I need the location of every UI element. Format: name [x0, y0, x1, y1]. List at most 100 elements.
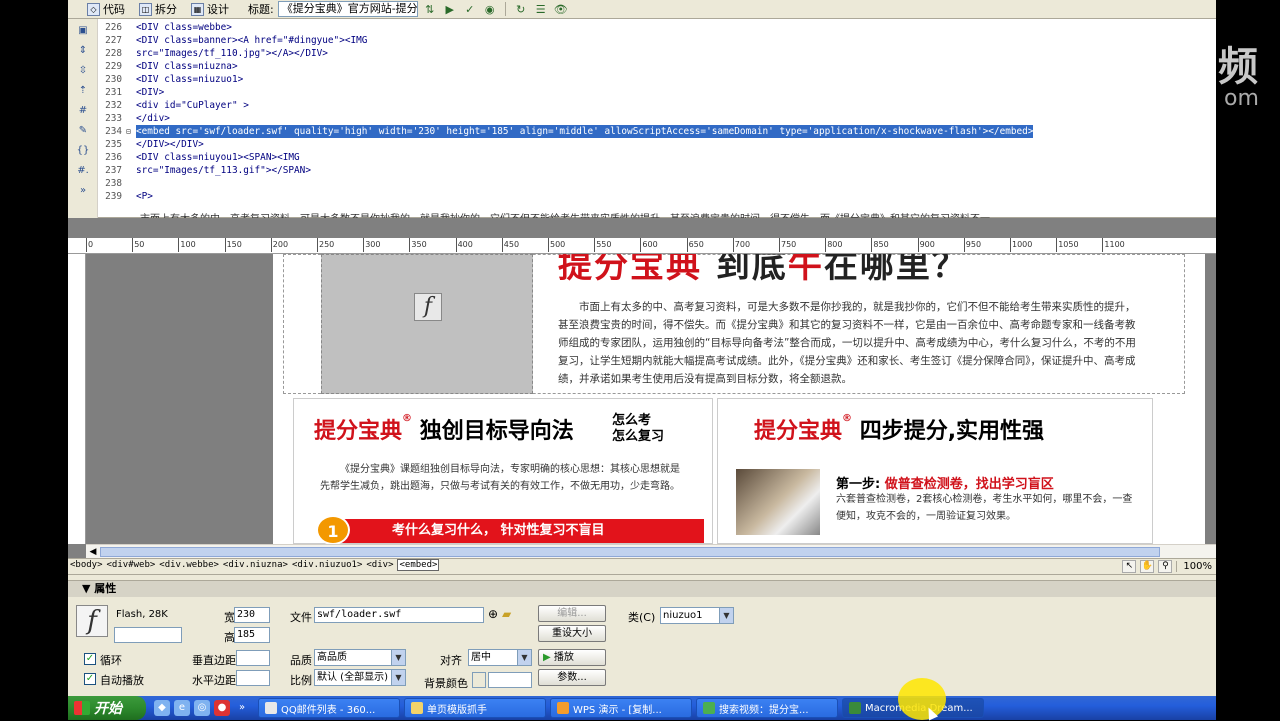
parameters-button[interactable]: 参数...: [538, 669, 606, 686]
ruler-tick: 150: [224, 238, 242, 252]
play-icon: ▶: [543, 652, 554, 663]
vertical-ruler: [68, 254, 86, 544]
tag-div-webbe[interactable]: <div.webbe>: [159, 560, 219, 570]
code-line: 239 <P>: [98, 190, 1216, 203]
open-documents-icon[interactable]: ▣: [74, 25, 92, 39]
flash-placeholder[interactable]: f: [321, 254, 533, 394]
select-parent-icon[interactable]: ⇡: [74, 85, 92, 99]
width-input[interactable]: 230: [234, 607, 270, 623]
code-line: 232 <div id="CuPlayer" >: [98, 99, 1216, 112]
line-number: 232: [105, 100, 122, 111]
zoom-level[interactable]: 100%: [1176, 561, 1212, 572]
ruler-tick: 250: [316, 238, 335, 252]
comment-icon[interactable]: #.: [74, 165, 92, 179]
design-page[interactable]: f 提分宝典 到底牛在哪里？ 市面上有太多的中、高考复习资料，可是大多数不是你抄…: [273, 254, 1205, 544]
expand-quicklaunch-icon[interactable]: »: [234, 700, 250, 716]
refresh-icon[interactable]: ↻: [513, 2, 529, 16]
file-management-icon[interactable]: ⇅: [422, 2, 438, 16]
flash-name-input[interactable]: [114, 627, 182, 643]
intro-paragraph: 市面上有太多的中、高考复习资料，可是大多数不是你抄我的，就是我抄你的，它们不但不…: [558, 301, 1136, 385]
method-title: 提分宝典® 独创目标导向法: [314, 413, 574, 445]
check-browser-icon[interactable]: ✓: [462, 2, 478, 16]
design-vertical-scrollbar[interactable]: [1205, 254, 1216, 544]
code-lines[interactable]: 226 <DIV class=webbe> 227 <DIV class=banne…: [98, 21, 1216, 203]
code-line: 229 <DIV class=niuzna>: [98, 60, 1216, 73]
hspace-input[interactable]: [236, 670, 270, 686]
tag-div-web[interactable]: <div#web>: [107, 560, 156, 570]
method-title-text: 独创目标导向法: [419, 419, 574, 444]
quicklaunch-app-icon[interactable]: ◆: [154, 700, 170, 716]
hand-tool-icon[interactable]: ✋: [1140, 560, 1155, 573]
bgcolor-input[interactable]: [488, 672, 532, 688]
start-button[interactable]: 开始: [68, 696, 146, 720]
file-input[interactable]: swf/loader.swf: [314, 607, 484, 623]
chevron-down-icon: ▼: [517, 650, 531, 665]
preview-icon[interactable]: ▶: [442, 2, 458, 16]
tag-selector: <body> <div#web> <div.webbe> <div.niuzna> <d…: [70, 559, 443, 571]
line-number: 229: [105, 61, 122, 72]
ruler-tick: 100: [178, 238, 196, 252]
tag-body[interactable]: <body>: [70, 560, 103, 570]
browser-icon: [703, 702, 715, 714]
braces-icon[interactable]: {}: [74, 145, 92, 159]
expand-icon[interactable]: ⇳: [74, 65, 92, 79]
security-app-icon[interactable]: ●: [214, 700, 230, 716]
design-view-button[interactable]: ▦ 设计: [186, 1, 234, 18]
bgcolor-swatch[interactable]: [472, 672, 486, 688]
view-options-icon[interactable]: ☰: [533, 2, 549, 16]
vspace-input[interactable]: [236, 650, 270, 666]
tag-div-niuzuo1[interactable]: <div.niuzuo1>: [292, 560, 362, 570]
task-qq-mail[interactable]: QQ邮件列表 - 360...: [258, 698, 400, 718]
line-number: 226: [105, 22, 122, 33]
split-view-button[interactable]: ◫ 拆分: [134, 1, 182, 18]
align-select[interactable]: 居中 ▼: [468, 649, 532, 666]
collapse-icon[interactable]: ⇕: [74, 45, 92, 59]
task-wps[interactable]: WPS 演示 - [复制...: [550, 698, 692, 718]
tag-div-niuzna[interactable]: <div.niuzna>: [223, 560, 288, 570]
reset-size-button[interactable]: 重设大小: [538, 625, 606, 642]
fold-toggle[interactable]: ⊟: [126, 125, 136, 138]
height-input[interactable]: 185: [234, 627, 270, 643]
select-tool-icon[interactable]: ↖: [1122, 560, 1137, 573]
line-number: 228: [105, 48, 122, 59]
step-number-badge: 1: [316, 515, 350, 544]
properties-header[interactable]: ▼ 属性: [68, 581, 1216, 597]
point-to-file-icon[interactable]: ⊕: [488, 607, 498, 621]
autoplay-checkbox[interactable]: ✓: [84, 673, 96, 685]
highlight-icon[interactable]: ✎: [74, 125, 92, 139]
tag-embed[interactable]: <embed>: [397, 559, 440, 571]
scroll-left-icon[interactable]: ◀: [86, 545, 100, 559]
design-horizontal-scrollbar[interactable]: ◀: [86, 544, 1216, 558]
scrollbar-thumb[interactable]: [100, 547, 1160, 557]
chevron-down-icon: ▼: [391, 670, 405, 685]
internet-explorer-icon[interactable]: e: [174, 700, 190, 716]
title-input[interactable]: 《提分宝典》官方网站-提分: [277, 1, 418, 17]
task-search-video[interactable]: 搜索视频：提分宝...: [696, 698, 838, 718]
class-select[interactable]: niuzuo1 ▼: [660, 607, 734, 624]
more-icon[interactable]: »: [74, 185, 92, 199]
browser-icon[interactable]: ◎: [194, 700, 210, 716]
visual-aids-icon[interactable]: 👁: [553, 2, 569, 16]
zoom-tool-icon[interactable]: ⚲: [1158, 560, 1173, 573]
browse-folder-icon[interactable]: ▰: [502, 607, 511, 621]
ruler-tick: 500: [547, 238, 566, 252]
edit-button[interactable]: 编辑...: [538, 605, 606, 622]
headline-red: 牛: [787, 254, 824, 286]
code-text: src="Images/tf_113.gif"></SPAN>: [136, 165, 311, 176]
code-view-button[interactable]: ◇ 代码: [82, 1, 130, 18]
line-numbers-icon[interactable]: #: [74, 105, 92, 119]
code-icon: ◇: [87, 2, 100, 16]
code-view[interactable]: ▣ ⇕ ⇳ ⇡ # ✎ {} #. » 226 <DIV class=webbe>…: [68, 19, 1216, 233]
scale-select[interactable]: 默认 (全部显示) ▼: [314, 669, 406, 686]
globe-icon[interactable]: ◉: [482, 2, 498, 16]
play-button[interactable]: ▶ 播放: [538, 649, 606, 666]
windows-logo-icon: [74, 701, 90, 715]
loop-checkbox[interactable]: ✓: [84, 653, 96, 665]
quality-label: 品质: [290, 654, 312, 667]
tag-div[interactable]: <div>: [366, 560, 393, 570]
task-folder[interactable]: 单页模版抓手: [404, 698, 546, 718]
quality-select[interactable]: 高品质 ▼: [314, 649, 406, 666]
ruler-tick: 550: [594, 238, 612, 252]
